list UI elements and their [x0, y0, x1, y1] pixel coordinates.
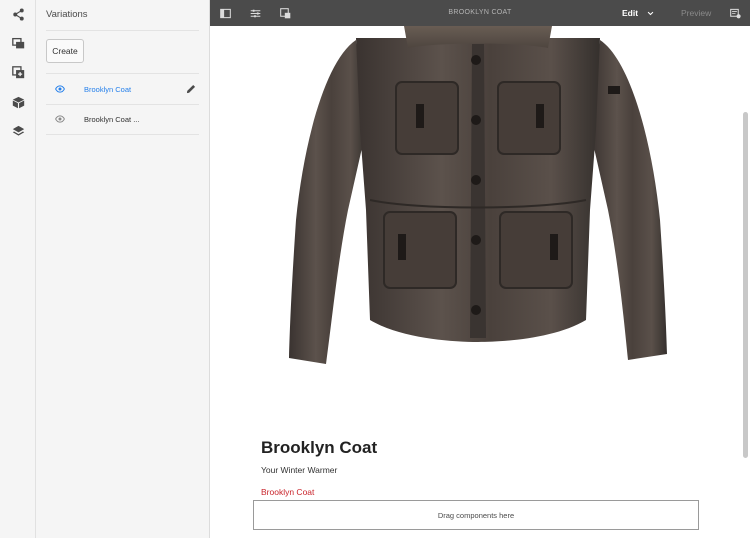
variation-item-master[interactable]: Brooklyn Coat	[46, 74, 200, 104]
variation-label: Brooklyn Coat	[84, 84, 132, 94]
chevron-down-icon[interactable]	[647, 0, 654, 26]
cube-icon[interactable]	[0, 88, 36, 116]
layers-icon[interactable]	[0, 117, 36, 145]
page-canvas[interactable]: Brooklyn Coat Your Winter Warmer Brookly…	[210, 26, 750, 538]
variation-label: Brooklyn Coat ...	[84, 114, 140, 124]
properties-icon[interactable]	[244, 0, 266, 26]
annotations-icon[interactable]	[724, 0, 746, 26]
variation-item-secondary[interactable]: Brooklyn Coat ...	[46, 104, 200, 134]
share-icon[interactable]	[0, 0, 36, 28]
editor-toolbar: BROOKLYN COAT Edit Preview	[210, 0, 750, 26]
emulator-icon[interactable]	[274, 0, 296, 26]
pencil-icon[interactable]	[184, 84, 198, 94]
assets-icon[interactable]	[0, 29, 36, 57]
create-button[interactable]: Create	[46, 39, 84, 63]
divider	[46, 30, 199, 31]
scrollbar[interactable]	[743, 112, 748, 458]
product-link[interactable]: Brooklyn Coat	[261, 487, 314, 497]
product-image[interactable]	[286, 26, 670, 368]
variations-panel: Variations Create Brooklyn Coat Brooklyn…	[36, 0, 210, 538]
preview-button[interactable]: Preview	[681, 0, 711, 26]
divider	[46, 134, 199, 135]
product-title[interactable]: Brooklyn Coat	[261, 438, 377, 458]
side-rail	[0, 0, 36, 538]
drop-zone[interactable]: Drag components here	[253, 500, 699, 530]
eye-icon[interactable]	[46, 84, 74, 94]
product-subtitle[interactable]: Your Winter Warmer	[261, 465, 337, 475]
add-component-icon[interactable]	[0, 58, 36, 86]
eye-icon[interactable]	[46, 114, 74, 124]
panel-title: Variations	[46, 9, 88, 20]
side-panel-icon[interactable]	[214, 0, 236, 26]
mode-selector[interactable]: Edit	[622, 0, 638, 26]
